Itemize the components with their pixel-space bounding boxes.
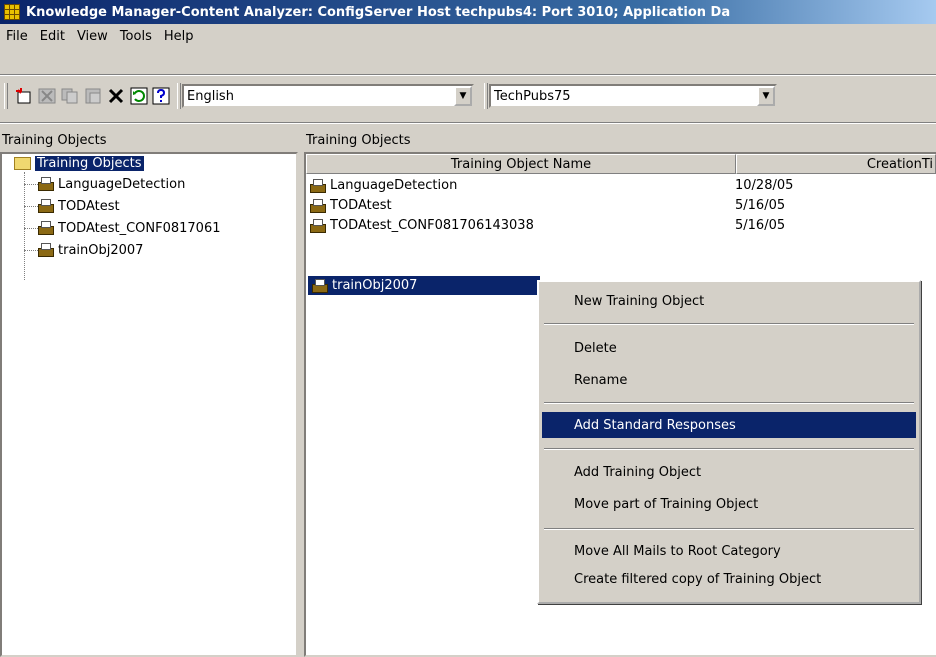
tenant-value: TechPubs75 — [494, 88, 571, 104]
folder-open-icon — [14, 156, 31, 170]
tree-line — [24, 250, 38, 251]
menu-file[interactable]: File — [0, 29, 34, 44]
help-button[interactable] — [150, 85, 172, 107]
menu-bar: File Edit View Tools Help — [0, 25, 936, 47]
training-object-icon — [310, 178, 326, 193]
training-object-icon — [38, 243, 54, 257]
app-icon — [4, 4, 20, 20]
delete-icon — [108, 88, 124, 104]
menu-item-delete[interactable]: Delete — [542, 335, 916, 361]
copy-button[interactable] — [59, 85, 81, 107]
column-header-name[interactable]: Training Object Name — [306, 154, 736, 174]
tree-line — [24, 172, 25, 280]
tree-item[interactable]: TODAtest_CONF0817061 — [38, 219, 221, 237]
help-icon — [152, 87, 170, 105]
right-panel-label: Training Objects — [306, 133, 411, 148]
tree-item-label: trainObj2007 — [58, 242, 144, 258]
new-icon — [16, 88, 31, 104]
toolbar: English ▼ TechPubs75 ▼ — [0, 77, 936, 113]
menu-edit[interactable]: Edit — [34, 29, 71, 44]
delete-button[interactable] — [105, 85, 127, 107]
menu-item-move-all-mails[interactable]: Move All Mails to Root Category — [542, 538, 916, 564]
row-created: 5/16/05 — [735, 198, 786, 213]
table-row[interactable]: TODAtest_CONF081706143038 5/16/05 — [306, 216, 934, 235]
toolbar-grip-2[interactable] — [177, 83, 181, 109]
menu-item-create-filtered-copy[interactable]: Create filtered copy of Training Object — [542, 566, 916, 592]
tree-item-label: TODAtest_CONF0817061 — [58, 220, 221, 236]
menu-tools[interactable]: Tools — [114, 29, 158, 44]
title-bar: Knowledge Manager-Content Analyzer: Conf… — [0, 0, 936, 24]
copy-icon — [61, 88, 78, 104]
row-name: trainObj2007 — [332, 278, 418, 293]
refresh-button[interactable] — [128, 85, 150, 107]
menu-separator — [544, 528, 914, 530]
cut-icon — [38, 88, 56, 104]
tenant-select[interactable]: TechPubs75 ▼ — [489, 84, 777, 108]
menu-help[interactable]: Help — [158, 29, 200, 44]
menu-item-add-standard-responses[interactable]: Add Standard Responses — [542, 412, 916, 438]
chevron-down-icon[interactable]: ▼ — [757, 86, 775, 106]
tree-line — [24, 206, 38, 207]
language-select[interactable]: English ▼ — [182, 84, 474, 108]
training-object-icon — [310, 198, 326, 213]
table-row[interactable]: LanguageDetection 10/28/05 — [306, 176, 934, 195]
menu-separator — [544, 323, 914, 325]
row-name: LanguageDetection — [330, 178, 458, 193]
training-object-icon — [38, 199, 54, 213]
training-object-icon — [38, 177, 54, 191]
training-object-icon — [38, 221, 54, 235]
toolbar-grip-3[interactable] — [484, 83, 488, 109]
chevron-down-icon[interactable]: ▼ — [454, 86, 472, 106]
tree-item-label: TODAtest — [58, 198, 120, 214]
context-menu: New Training Object Delete Rename Add St… — [537, 280, 921, 604]
menu-view[interactable]: View — [71, 29, 114, 44]
tree-item-label: LanguageDetection — [58, 176, 186, 192]
training-object-icon — [312, 278, 328, 293]
table-row[interactable]: TODAtest 5/16/05 — [306, 196, 934, 215]
menu-item-rename[interactable]: Rename — [542, 367, 916, 393]
cut-button[interactable] — [36, 85, 58, 107]
training-object-icon — [310, 218, 326, 233]
refresh-icon — [130, 87, 148, 105]
row-created: 5/16/05 — [735, 218, 786, 233]
menu-separator — [544, 448, 914, 450]
menu-separator — [544, 402, 914, 404]
toolbar-grip[interactable] — [4, 83, 8, 109]
column-header-creation[interactable]: CreationTi — [736, 154, 936, 174]
row-name: TODAtest_CONF081706143038 — [330, 218, 534, 233]
tree-item[interactable]: LanguageDetection — [38, 175, 185, 193]
tree-item[interactable]: trainObj2007 — [38, 241, 143, 259]
left-panel-label: Training Objects — [2, 133, 107, 148]
window-title: Knowledge Manager-Content Analyzer: Conf… — [26, 4, 731, 20]
paste-icon — [85, 88, 101, 104]
tree-root[interactable]: Training Objects — [14, 154, 144, 172]
tree-root-label: Training Objects — [35, 155, 144, 171]
tree-line — [24, 228, 38, 229]
tree-line — [24, 184, 38, 185]
toolbar-divider — [0, 122, 936, 124]
new-object-button[interactable] — [13, 85, 35, 107]
paste-button[interactable] — [82, 85, 104, 107]
menu-item-add-training-object[interactable]: Add Training Object — [542, 459, 916, 485]
row-name: TODAtest — [330, 198, 392, 213]
table-row-selected[interactable]: trainObj2007 — [308, 276, 540, 295]
menu-divider — [0, 74, 936, 76]
tree-item[interactable]: TODAtest — [38, 197, 120, 215]
row-created: 10/28/05 — [735, 178, 794, 193]
menu-item-new-training-object[interactable]: New Training Object — [542, 288, 916, 314]
language-value: English — [187, 88, 234, 104]
menu-item-move-part[interactable]: Move part of Training Object — [542, 491, 916, 517]
training-objects-tree[interactable]: Training Objects LanguageDetection TODAt… — [0, 152, 298, 657]
